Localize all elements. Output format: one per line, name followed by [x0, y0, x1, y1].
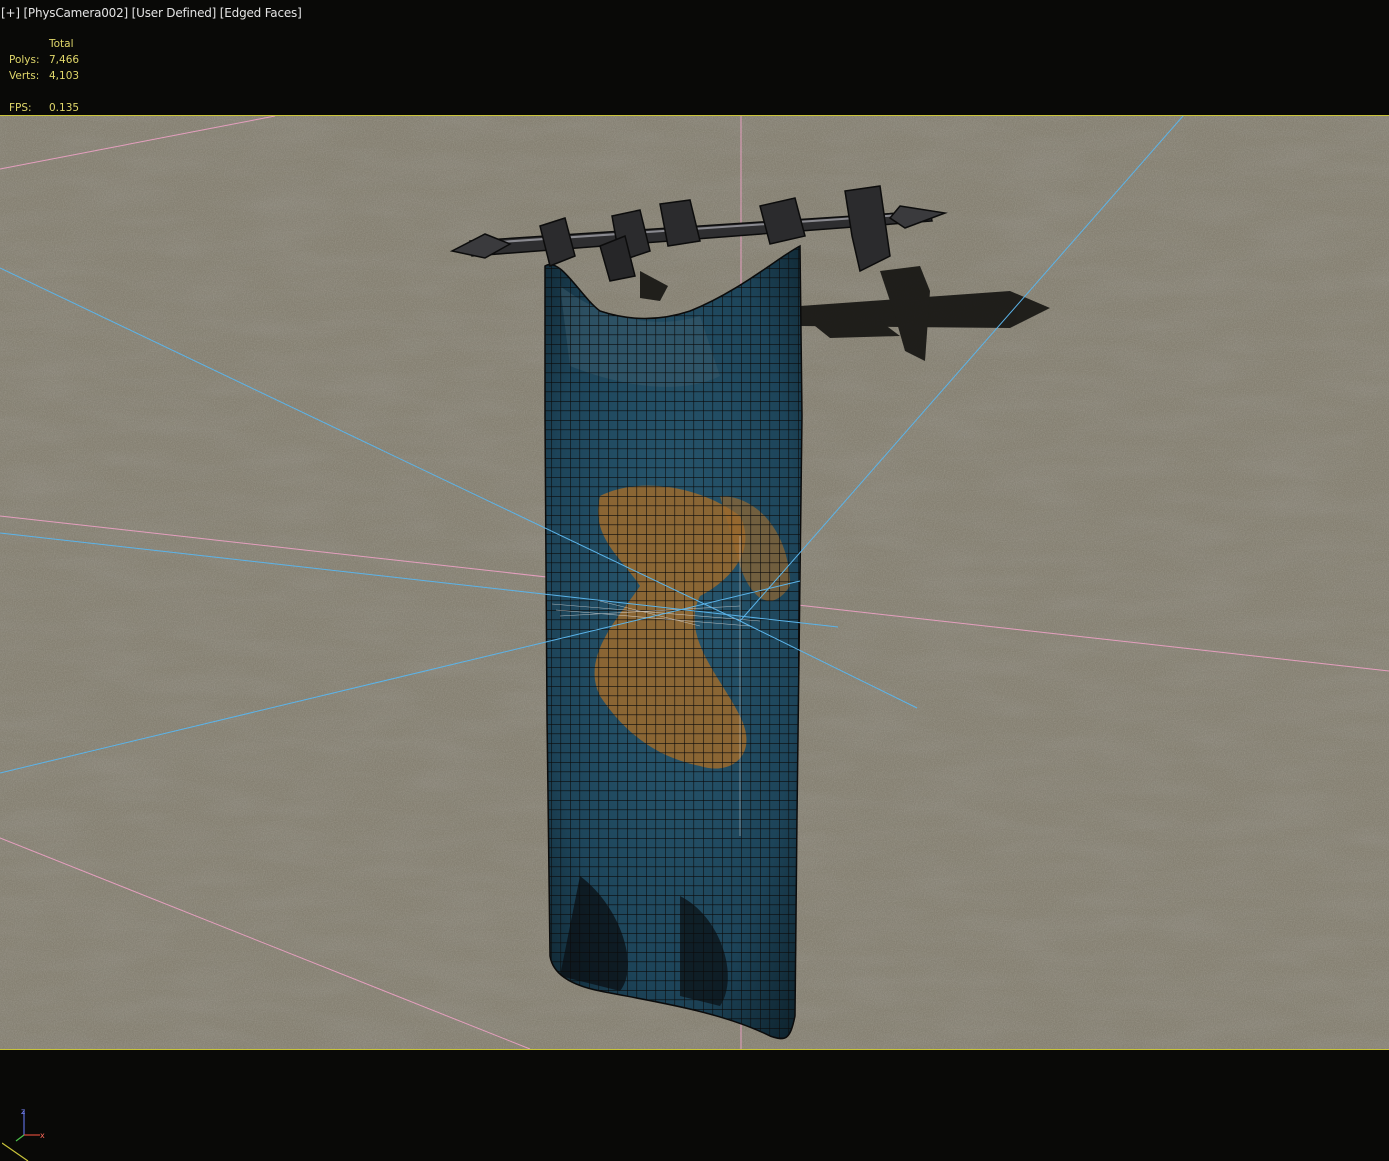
fps-row: FPS: 0.135 — [9, 102, 129, 116]
viewport-plus-menu[interactable]: [+] — [1, 6, 20, 20]
fps-value: 0.135 — [49, 102, 80, 114]
gizmo-x-label: x — [40, 1131, 45, 1140]
polys-label: Polys: — [9, 54, 40, 66]
viewport-shading-menu[interactable]: [User Defined] — [132, 6, 217, 20]
banner-cloth — [544, 244, 803, 1040]
viewport-top-border — [0, 115, 1389, 116]
scene-render[interactable] — [0, 116, 1389, 1049]
axis-gizmo-icon: z x — [2, 1107, 45, 1161]
viewport[interactable]: [+] [PhysCamera002] [User Defined] [Edge… — [0, 0, 1389, 1161]
verts-value: 4,103 — [49, 70, 80, 82]
polys-row: Polys: 7,466 — [9, 54, 129, 68]
polys-value: 7,466 — [49, 54, 80, 66]
verts-label: Verts: — [9, 70, 40, 82]
viewport-edges-menu[interactable]: [Edged Faces] — [220, 6, 302, 20]
viewport-bottom-border — [0, 1049, 1389, 1050]
fps-label: FPS: — [9, 102, 32, 114]
stats-header: Total — [49, 38, 74, 50]
gizmo-z-label: z — [21, 1107, 25, 1116]
verts-row: Verts: 4,103 — [9, 70, 129, 84]
viewport-camera-menu[interactable]: [PhysCamera002] — [23, 6, 128, 20]
viewport-label-menu[interactable]: [+] [PhysCamera002] [User Defined] [Edge… — [1, 6, 302, 20]
